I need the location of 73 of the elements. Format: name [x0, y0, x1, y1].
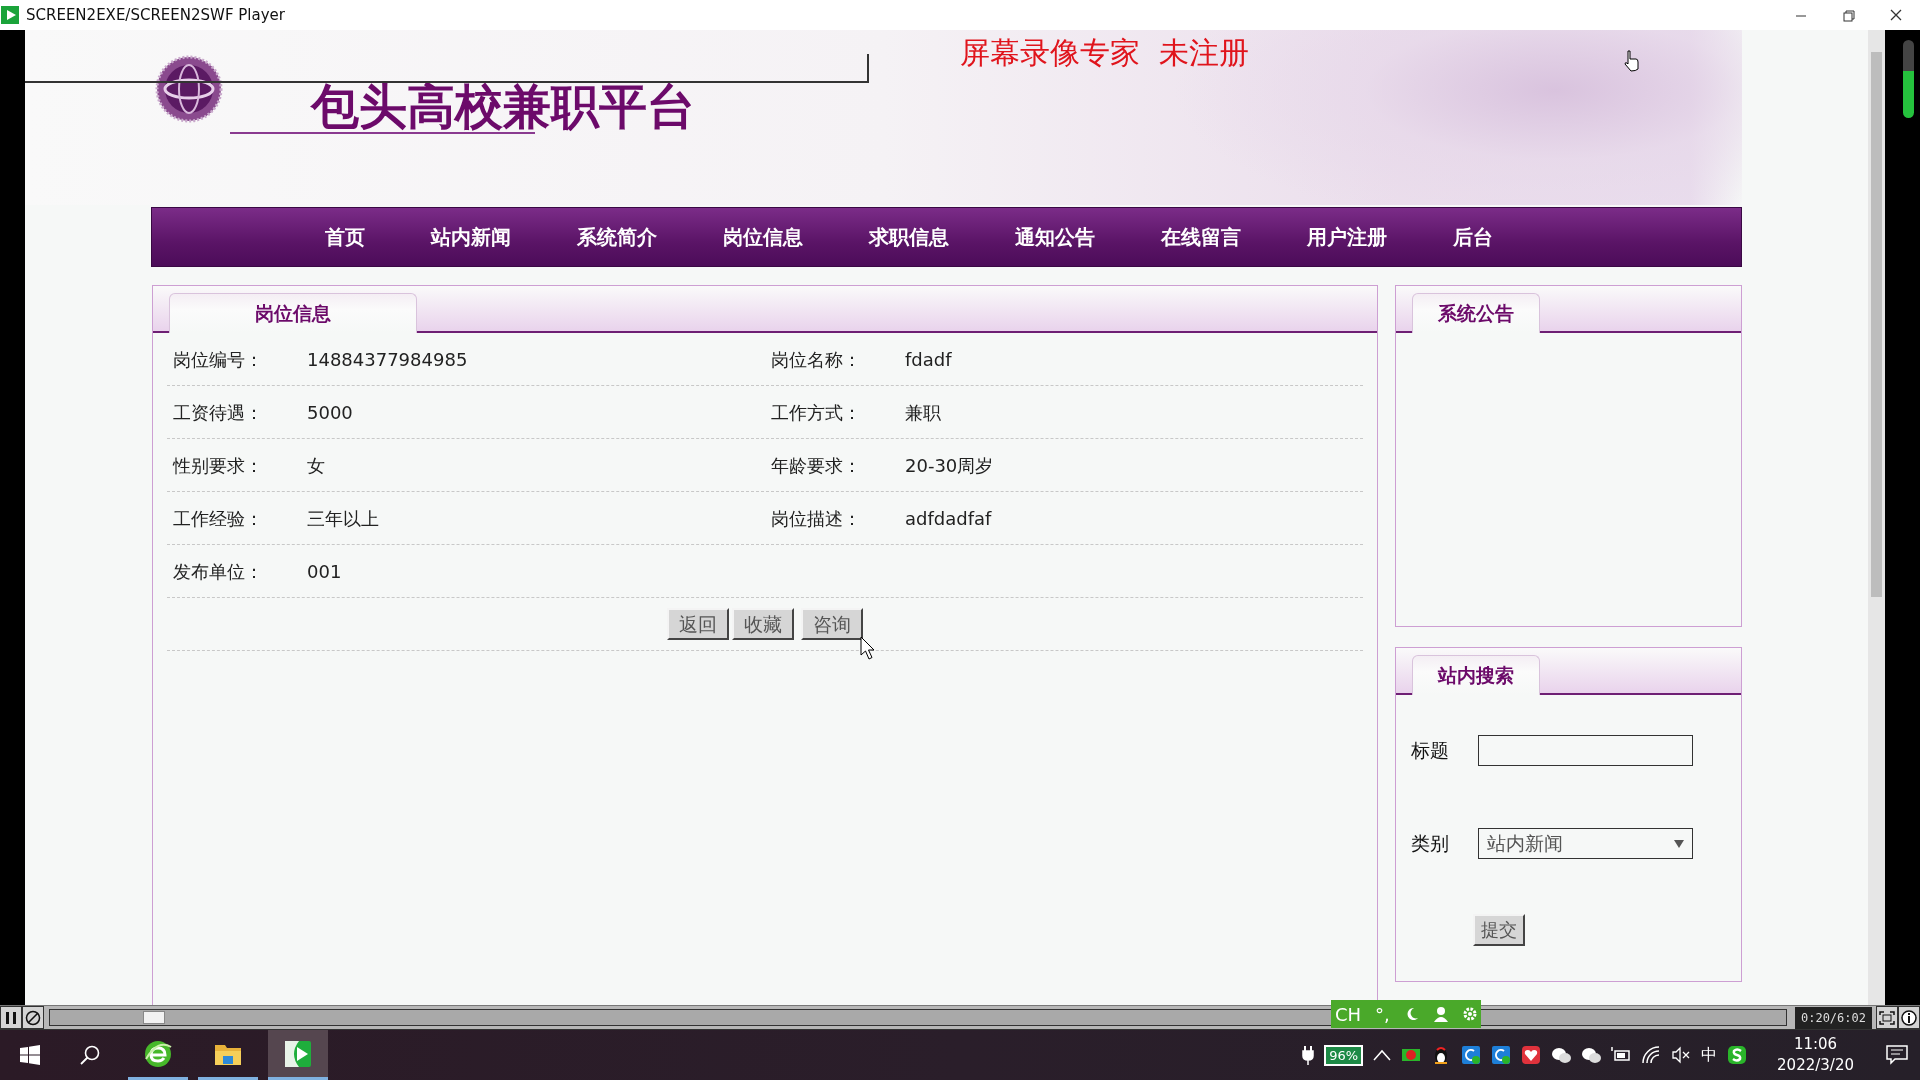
field-value: 三年以上: [307, 506, 379, 531]
player-app-icon: [283, 1038, 313, 1069]
browser-icon: [143, 1038, 173, 1069]
nav-link[interactable]: 用户注册: [1307, 222, 1387, 252]
nav-link[interactable]: 站内新闻: [431, 222, 511, 252]
input-method-indicator[interactable]: 中: [1701, 1043, 1718, 1067]
dropdown-arrow-icon: [1674, 839, 1684, 848]
pause-icon[interactable]: [5, 1010, 17, 1025]
field-value: 兼职: [905, 400, 941, 425]
field-value: 5000: [307, 400, 353, 425]
clock-time[interactable]: 11:06: [1793, 1034, 1838, 1055]
nav-link[interactable]: 在线留言: [1161, 222, 1241, 252]
field-label: 标题: [1411, 738, 1449, 764]
nav-link[interactable]: 岗位信息: [723, 222, 803, 252]
select-value: 站内新闻: [1487, 831, 1563, 857]
seek-thumb[interactable]: [143, 1011, 166, 1024]
settings-icon[interactable]: [1461, 1006, 1478, 1022]
volume-bar-icon[interactable]: [1903, 40, 1914, 118]
field-label: 岗位描述：: [771, 506, 862, 531]
field-label: 性别要求：: [173, 453, 264, 478]
pointer-cursor-icon: [860, 636, 876, 660]
field-label: 工作方式：: [771, 400, 862, 425]
sync-badge-icon[interactable]: [1491, 1045, 1512, 1065]
battery-indicator[interactable]: 96%: [1324, 1044, 1364, 1066]
power-plug-icon[interactable]: [1302, 1045, 1315, 1065]
field-label: 工资待遇：: [173, 400, 264, 425]
sync-badge-icon[interactable]: [1461, 1045, 1482, 1065]
window-title: SCREEN2EXE/SCREEN2SWF Player: [26, 4, 285, 26]
logo-icon: [155, 55, 223, 123]
field-value: 女: [307, 453, 325, 478]
field-label: 岗位编号：: [173, 347, 264, 372]
field-label: 工作经验：: [173, 506, 264, 531]
info-icon[interactable]: [1901, 1009, 1917, 1026]
scrollbar[interactable]: [1868, 30, 1885, 1005]
playback-time: 0:20/6:02: [1794, 1006, 1872, 1029]
select-dropdown[interactable]: 站内新闻: [1478, 828, 1693, 859]
nav-link[interactable]: 求职信息: [869, 222, 949, 252]
site-title: 包头高校兼职平台: [311, 77, 695, 136]
clock-date[interactable]: 2022/3/20: [1777, 1055, 1854, 1076]
submit-button[interactable]: 提交: [1473, 914, 1525, 946]
chevron-up-icon[interactable]: [1373, 1049, 1392, 1061]
field-value: fdadf: [905, 347, 952, 372]
field-label: 类别: [1411, 831, 1449, 857]
nav-link[interactable]: 系统简介: [577, 222, 657, 252]
scrollbar-thumb[interactable]: [1871, 52, 1882, 597]
nav-link[interactable]: 通知公告: [1015, 222, 1095, 252]
hand-cursor-icon: [1623, 50, 1639, 72]
user-icon[interactable]: [1433, 1006, 1448, 1022]
field-label: 年龄要求：: [771, 453, 862, 478]
fullscreen-icon[interactable]: [1879, 1010, 1895, 1025]
nav-link[interactable]: 首页: [325, 222, 365, 252]
notification-icon[interactable]: [1886, 1045, 1908, 1065]
chat-bubbles-icon[interactable]: [1551, 1045, 1572, 1065]
watermark-text: 屏幕录像专家 未注册: [960, 34, 1250, 72]
field-value: adfdadfaf: [905, 506, 992, 531]
nav-link[interactable]: 后台: [1453, 222, 1493, 252]
action-button[interactable]: 收藏: [732, 608, 794, 640]
search-icon[interactable]: [79, 1044, 101, 1066]
start-icon[interactable]: [20, 1045, 40, 1065]
seek-bar[interactable]: [49, 1009, 1787, 1026]
muted-speaker-icon[interactable]: [1671, 1045, 1692, 1065]
text-input-field[interactable]: [1478, 735, 1693, 766]
field-value: 14884377984985: [307, 347, 468, 372]
field-value: 20-30周岁: [905, 453, 994, 478]
wifi-icon[interactable]: [1641, 1045, 1662, 1065]
chat-bubbles-icon[interactable]: [1581, 1045, 1602, 1065]
field-label: 岗位名称：: [771, 347, 862, 372]
action-button[interactable]: 咨询: [801, 608, 863, 640]
taskbar-app-button[interactable]: [268, 1030, 328, 1080]
stop-icon[interactable]: [25, 1009, 41, 1026]
field-value: 001: [307, 559, 342, 584]
field-label: 发布单位：: [173, 559, 264, 584]
action-button[interactable]: 返回: [667, 608, 729, 640]
